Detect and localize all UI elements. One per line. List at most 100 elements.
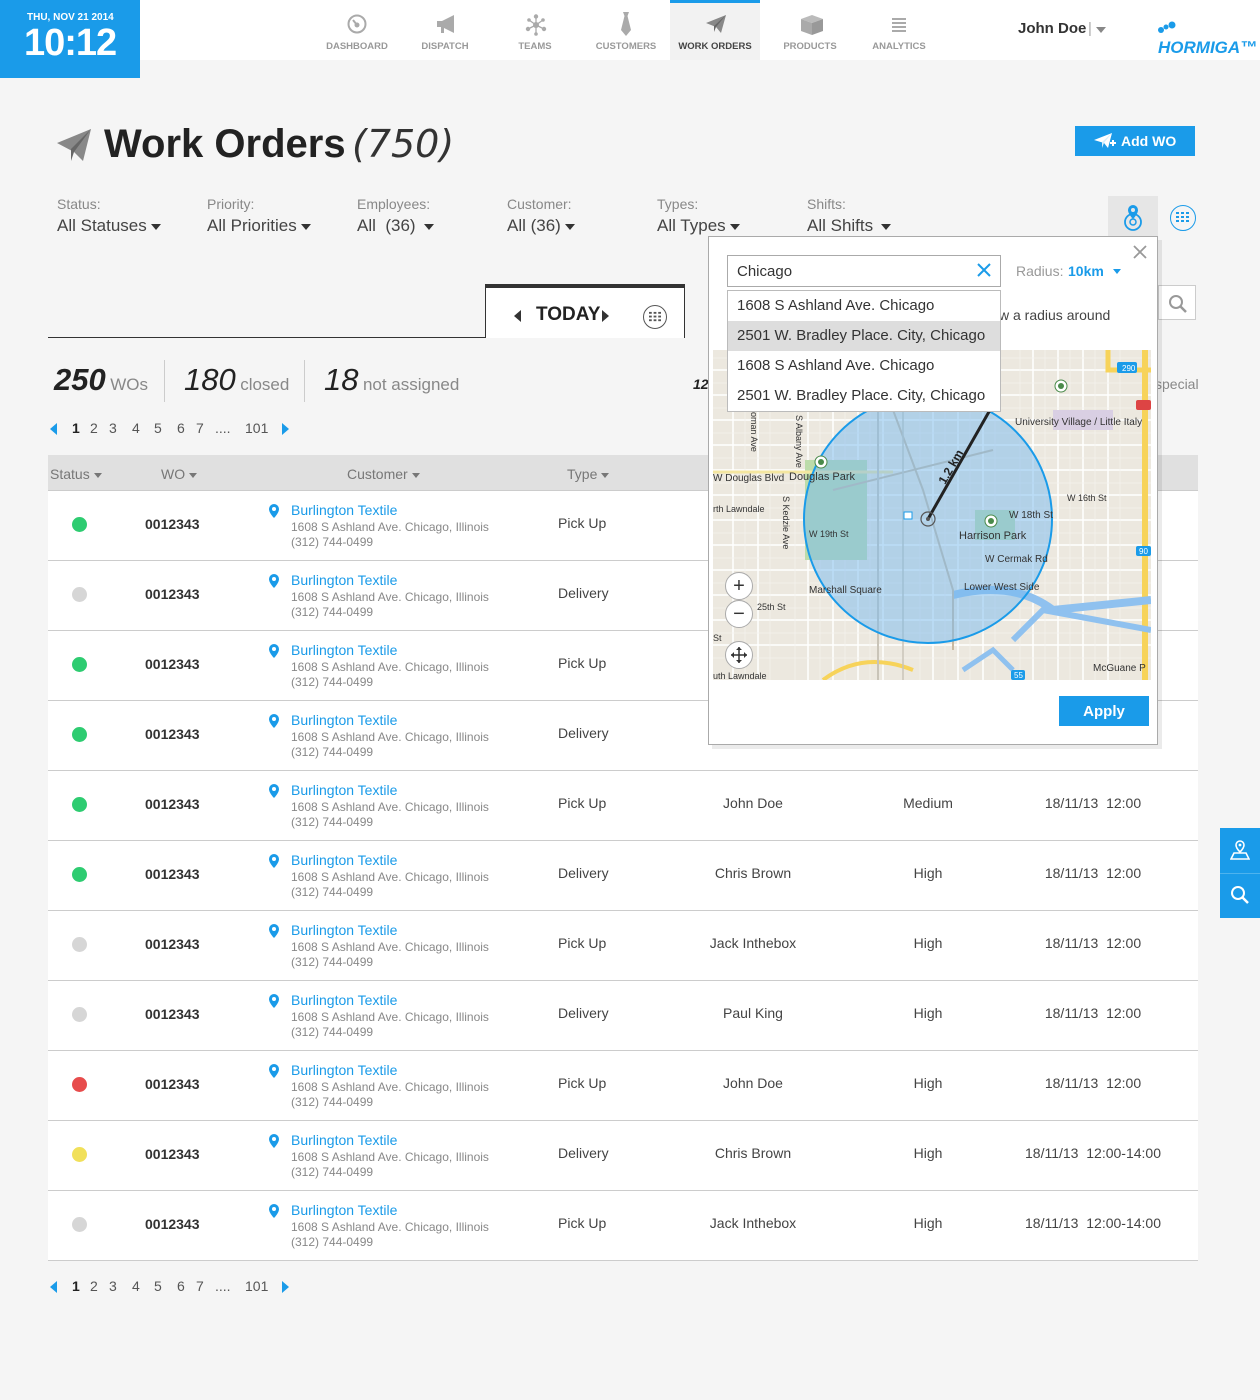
page-link[interactable]: 2 xyxy=(90,420,98,436)
suggestion-item[interactable]: 2501 W. Bradley Place. City, Chicago xyxy=(728,321,1000,351)
next-day-arrow-icon[interactable] xyxy=(602,310,609,322)
location-pin-icon[interactable] xyxy=(268,713,280,729)
customer-name-link[interactable]: Burlington Textile xyxy=(291,1202,397,1218)
suggestion-item[interactable]: 1608 S Ashland Ave. Chicago xyxy=(728,291,1000,321)
location-pin-icon[interactable] xyxy=(268,573,280,589)
next-page-arrow-icon[interactable] xyxy=(282,1281,289,1293)
page-link[interactable]: 4 xyxy=(132,1278,140,1294)
page-link[interactable]: 7 xyxy=(196,420,204,436)
page-link[interactable]: 6 xyxy=(177,1278,185,1294)
location-pin-icon[interactable] xyxy=(268,853,280,869)
radius-distance-label: 1.2 km xyxy=(935,447,966,486)
zoom-in-button[interactable]: + xyxy=(725,572,753,600)
nav-work-orders[interactable]: WORK ORDERS xyxy=(670,0,760,60)
table-row[interactable]: 0012343 Burlington Textile 1608 S Ashland … xyxy=(48,1051,1198,1121)
close-icon[interactable] xyxy=(1133,245,1147,259)
page-link[interactable]: 5 xyxy=(154,1278,162,1294)
customer-name-link[interactable]: Burlington Textile xyxy=(291,852,397,868)
clear-input-icon[interactable] xyxy=(977,263,991,277)
nav-dispatch[interactable]: DISPATCH xyxy=(400,0,490,60)
filter-shifts[interactable]: Shifts: All Shifts xyxy=(807,196,892,236)
user-name[interactable]: John Doe xyxy=(1018,20,1086,37)
location-pin-icon[interactable] xyxy=(268,783,280,799)
page-link[interactable]: 5 xyxy=(154,420,162,436)
day-calendar-button[interactable] xyxy=(643,305,667,329)
filter-priority[interactable]: Priority: All Priorities xyxy=(207,196,311,236)
filter-status[interactable]: Status: All Statuses xyxy=(57,196,161,236)
map-label: Harrison Park xyxy=(959,530,1027,542)
customer-address: 1608 S Ashland Ave. Chicago, Illinois xyxy=(291,520,489,534)
page-link[interactable]: 2 xyxy=(90,1278,98,1294)
nav-customers[interactable]: CUSTOMERS xyxy=(581,0,671,60)
page-link[interactable]: 1 xyxy=(72,420,80,436)
customer-name-link[interactable]: Burlington Textile xyxy=(291,502,397,518)
customer-name-link[interactable]: Burlington Textile xyxy=(291,992,397,1008)
wo-type: Pick Up xyxy=(558,795,607,811)
page-link[interactable]: 1 xyxy=(72,1278,80,1294)
next-page-arrow-icon[interactable] xyxy=(282,423,289,435)
location-pin-icon[interactable] xyxy=(268,993,280,1009)
suggestion-item[interactable]: 1608 S Ashland Ave. Chicago xyxy=(728,351,1000,381)
add-wo-button[interactable]: Add WO xyxy=(1075,126,1195,156)
search-button[interactable] xyxy=(1158,285,1196,320)
location-pin-icon[interactable] xyxy=(268,923,280,939)
column-header-customer[interactable]: Customer xyxy=(347,466,420,482)
apply-button[interactable]: Apply xyxy=(1059,696,1149,726)
page-link[interactable]: 101 xyxy=(245,1278,268,1294)
nav-teams[interactable]: TEAMS xyxy=(490,0,580,60)
user-menu-caret-icon[interactable] xyxy=(1096,27,1106,33)
filter-types[interactable]: Types: All Types xyxy=(657,196,740,236)
location-pin-icon[interactable] xyxy=(268,643,280,659)
wo-date: 18/11/13 12:00 xyxy=(1044,1075,1142,1091)
table-row[interactable]: 0012343 Burlington Textile 1608 S Ashland … xyxy=(48,1191,1198,1261)
radius-filter-button[interactable] xyxy=(1108,196,1158,240)
column-header-status[interactable]: Status xyxy=(50,466,102,482)
customer-name-link[interactable]: Burlington Textile xyxy=(291,642,397,658)
table-row[interactable]: 0012343 Burlington Textile 1608 S Ashland … xyxy=(48,911,1198,981)
pan-button[interactable] xyxy=(725,641,753,669)
customer-name-link[interactable]: Burlington Textile xyxy=(291,572,397,588)
column-header-type[interactable]: Type xyxy=(567,466,610,482)
customer-name-link[interactable]: Burlington Textile xyxy=(291,1062,397,1078)
location-pin-icon[interactable] xyxy=(268,1133,280,1149)
page-link[interactable]: 3 xyxy=(109,420,117,436)
suggestion-item[interactable]: 2501 W. Bradley Place. City, Chicago xyxy=(728,381,1000,411)
column-header-wo[interactable]: WO xyxy=(161,466,198,482)
assigned-employee: John Doe xyxy=(723,795,783,811)
radius-select[interactable]: 10km xyxy=(1068,263,1104,279)
zoom-out-button[interactable]: − xyxy=(725,600,753,628)
location-pin-icon[interactable] xyxy=(268,503,280,519)
page-link[interactable]: 3 xyxy=(109,1278,117,1294)
prev-day-arrow-icon[interactable] xyxy=(514,310,521,322)
prev-page-arrow-icon[interactable] xyxy=(50,423,57,435)
page-link[interactable]: 6 xyxy=(177,420,185,436)
filter-label: Employees: xyxy=(357,196,431,212)
table-row[interactable]: 0012343 Burlington Textile 1608 S Ashland … xyxy=(48,1121,1198,1191)
calendar-view-button[interactable] xyxy=(1170,205,1196,231)
table-row[interactable]: 0012343 Burlington Textile 1608 S Ashland … xyxy=(48,981,1198,1051)
caret-down-icon[interactable] xyxy=(1113,269,1121,274)
table-row[interactable]: 0012343 Burlington Textile 1608 S Ashland … xyxy=(48,841,1198,911)
map-view-button[interactable] xyxy=(1220,828,1260,873)
nav-products[interactable]: PRODUCTS xyxy=(765,0,855,60)
location-pin-icon[interactable] xyxy=(268,1063,280,1079)
nav-analytics[interactable]: ANALYTICS xyxy=(854,0,944,60)
location-pin-icon[interactable] xyxy=(268,1203,280,1219)
status-dot xyxy=(72,797,87,812)
customer-name-link[interactable]: Burlington Textile xyxy=(291,1132,397,1148)
customer-name-link[interactable]: Burlington Textile xyxy=(291,922,397,938)
table-row[interactable]: 0012343 Burlington Textile 1608 S Ashland … xyxy=(48,771,1198,841)
prev-page-arrow-icon[interactable] xyxy=(50,1281,57,1293)
customer-name-link[interactable]: Burlington Textile xyxy=(291,712,397,728)
filter-customer[interactable]: Customer: All (36) xyxy=(507,196,575,236)
page-link[interactable]: 4 xyxy=(132,420,140,436)
customer-name-link[interactable]: Burlington Textile xyxy=(291,782,397,798)
nav-dashboard[interactable]: DASHBOARD xyxy=(312,0,402,60)
divider xyxy=(48,337,485,338)
filter-employees[interactable]: Employees: All (36) xyxy=(357,196,434,236)
page-link[interactable]: 7 xyxy=(196,1278,204,1294)
search-side-button[interactable] xyxy=(1220,873,1260,918)
caret-down-icon xyxy=(564,223,575,230)
page-link[interactable]: 101 xyxy=(245,420,268,436)
location-search-input[interactable] xyxy=(727,255,1001,287)
